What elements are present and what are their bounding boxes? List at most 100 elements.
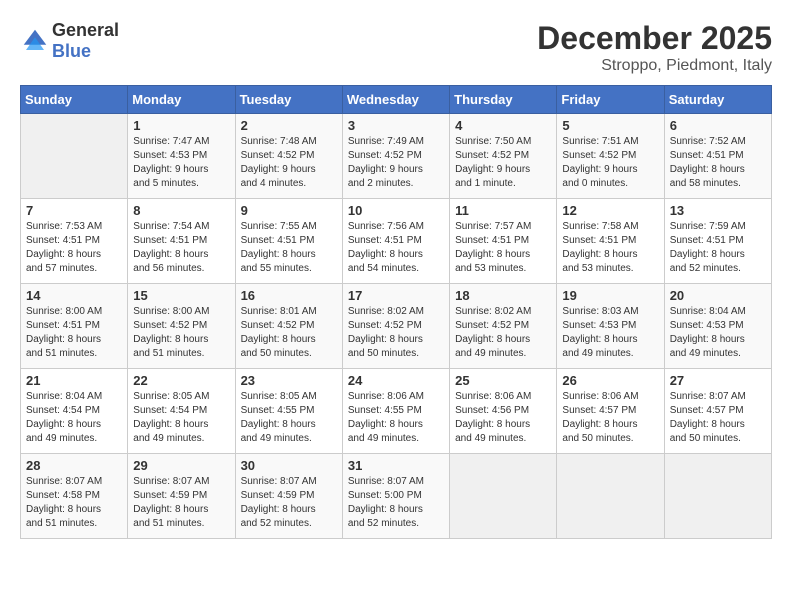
calendar-cell: 30 Sunrise: 8:07 AM Sunset: 4:59 PM Dayli… xyxy=(235,454,342,539)
day-info: Sunrise: 7:50 AM Sunset: 4:52 PM Dayligh… xyxy=(455,135,551,191)
day-header-monday: Monday xyxy=(128,86,235,114)
day-info: Sunrise: 8:05 AM Sunset: 4:55 PM Dayligh… xyxy=(241,390,337,446)
day-number: 11 xyxy=(455,203,551,218)
calendar-cell: 16 Sunrise: 8:01 AM Sunset: 4:52 PM Dayli… xyxy=(235,284,342,369)
day-info: Sunrise: 8:00 AM Sunset: 4:51 PM Dayligh… xyxy=(26,305,122,361)
calendar-cell: 1 Sunrise: 7:47 AM Sunset: 4:53 PM Daylig… xyxy=(128,114,235,199)
location-subtitle: Stroppo, Piedmont, Italy xyxy=(537,57,772,75)
calendar-cell: 20 Sunrise: 8:04 AM Sunset: 4:53 PM Dayli… xyxy=(664,284,771,369)
day-info: Sunrise: 8:07 AM Sunset: 4:57 PM Dayligh… xyxy=(670,390,766,446)
day-number: 14 xyxy=(26,288,122,303)
title-block: December 2025 Stroppo, Piedmont, Italy xyxy=(537,20,772,75)
day-info: Sunrise: 7:58 AM Sunset: 4:51 PM Dayligh… xyxy=(562,220,658,276)
day-info: Sunrise: 8:02 AM Sunset: 4:52 PM Dayligh… xyxy=(455,305,551,361)
day-header-sunday: Sunday xyxy=(21,86,128,114)
day-info: Sunrise: 7:49 AM Sunset: 4:52 PM Dayligh… xyxy=(348,135,444,191)
calendar-cell: 9 Sunrise: 7:55 AM Sunset: 4:51 PM Daylig… xyxy=(235,199,342,284)
day-info: Sunrise: 7:52 AM Sunset: 4:51 PM Dayligh… xyxy=(670,135,766,191)
day-info: Sunrise: 8:05 AM Sunset: 4:54 PM Dayligh… xyxy=(133,390,229,446)
day-number: 25 xyxy=(455,373,551,388)
day-number: 5 xyxy=(562,118,658,133)
day-info: Sunrise: 7:47 AM Sunset: 4:53 PM Dayligh… xyxy=(133,135,229,191)
day-number: 7 xyxy=(26,203,122,218)
day-number: 17 xyxy=(348,288,444,303)
day-number: 21 xyxy=(26,373,122,388)
day-number: 12 xyxy=(562,203,658,218)
day-info: Sunrise: 7:55 AM Sunset: 4:51 PM Dayligh… xyxy=(241,220,337,276)
day-number: 18 xyxy=(455,288,551,303)
day-info: Sunrise: 8:03 AM Sunset: 4:53 PM Dayligh… xyxy=(562,305,658,361)
calendar-cell: 4Sunrise: 7:50 AM Sunset: 4:52 PM Daylig… xyxy=(450,114,557,199)
day-info: Sunrise: 8:06 AM Sunset: 4:57 PM Dayligh… xyxy=(562,390,658,446)
calendar-cell xyxy=(557,454,664,539)
calendar-body: 1 Sunrise: 7:47 AM Sunset: 4:53 PM Daylig… xyxy=(21,114,772,539)
logo-blue: Blue xyxy=(52,41,91,61)
day-number: 20 xyxy=(670,288,766,303)
calendar-week-3: 14 Sunrise: 8:00 AM Sunset: 4:51 PM Dayli… xyxy=(21,284,772,369)
calendar-cell: 7 Sunrise: 7:53 AM Sunset: 4:51 PM Daylig… xyxy=(21,199,128,284)
calendar-cell: 5 Sunrise: 7:51 AM Sunset: 4:52 PM Daylig… xyxy=(557,114,664,199)
day-number: 8 xyxy=(133,203,229,218)
day-number: 10 xyxy=(348,203,444,218)
day-header-friday: Friday xyxy=(557,86,664,114)
calendar-cell: 15Sunrise: 8:00 AM Sunset: 4:52 PM Dayli… xyxy=(128,284,235,369)
calendar-cell xyxy=(450,454,557,539)
day-info: Sunrise: 7:51 AM Sunset: 4:52 PM Dayligh… xyxy=(562,135,658,191)
day-info: Sunrise: 8:07 AM Sunset: 4:59 PM Dayligh… xyxy=(133,475,229,531)
calendar-cell: 25Sunrise: 8:06 AM Sunset: 4:56 PM Dayli… xyxy=(450,369,557,454)
calendar-week-1: 1 Sunrise: 7:47 AM Sunset: 4:53 PM Daylig… xyxy=(21,114,772,199)
calendar-cell: 17 Sunrise: 8:02 AM Sunset: 4:52 PM Dayli… xyxy=(342,284,449,369)
day-header-tuesday: Tuesday xyxy=(235,86,342,114)
calendar-header-row: SundayMondayTuesdayWednesdayThursdayFrid… xyxy=(21,86,772,114)
calendar-cell: 6 Sunrise: 7:52 AM Sunset: 4:51 PM Daylig… xyxy=(664,114,771,199)
day-number: 27 xyxy=(670,373,766,388)
day-number: 13 xyxy=(670,203,766,218)
calendar-table: SundayMondayTuesdayWednesdayThursdayFrid… xyxy=(20,85,772,539)
month-title: December 2025 xyxy=(537,20,772,57)
calendar-week-4: 21 Sunrise: 8:04 AM Sunset: 4:54 PM Dayli… xyxy=(21,369,772,454)
day-number: 6 xyxy=(670,118,766,133)
calendar-cell: 18 Sunrise: 8:02 AM Sunset: 4:52 PM Dayli… xyxy=(450,284,557,369)
calendar-cell: 22 Sunrise: 8:05 AM Sunset: 4:54 PM Dayli… xyxy=(128,369,235,454)
day-info: Sunrise: 8:07 AM Sunset: 5:00 PM Dayligh… xyxy=(348,475,444,531)
day-info: Sunrise: 8:06 AM Sunset: 4:55 PM Dayligh… xyxy=(348,390,444,446)
day-info: Sunrise: 8:04 AM Sunset: 4:53 PM Dayligh… xyxy=(670,305,766,361)
day-number: 28 xyxy=(26,458,122,473)
day-info: Sunrise: 7:54 AM Sunset: 4:51 PM Dayligh… xyxy=(133,220,229,276)
calendar-cell: 26 Sunrise: 8:06 AM Sunset: 4:57 PM Dayli… xyxy=(557,369,664,454)
day-info: Sunrise: 8:01 AM Sunset: 4:52 PM Dayligh… xyxy=(241,305,337,361)
calendar-cell: 23 Sunrise: 8:05 AM Sunset: 4:55 PM Dayli… xyxy=(235,369,342,454)
calendar-cell: 13 Sunrise: 7:59 AM Sunset: 4:51 PM Dayli… xyxy=(664,199,771,284)
logo: General Blue xyxy=(20,20,119,62)
calendar-cell: 19Sunrise: 8:03 AM Sunset: 4:53 PM Dayli… xyxy=(557,284,664,369)
calendar-cell: 2Sunrise: 7:48 AM Sunset: 4:52 PM Daylig… xyxy=(235,114,342,199)
day-number: 1 xyxy=(133,118,229,133)
day-info: Sunrise: 7:53 AM Sunset: 4:51 PM Dayligh… xyxy=(26,220,122,276)
page-header: General Blue December 2025 Stroppo, Pied… xyxy=(20,20,772,75)
day-number: 24 xyxy=(348,373,444,388)
calendar-week-5: 28Sunrise: 8:07 AM Sunset: 4:58 PM Dayli… xyxy=(21,454,772,539)
day-info: Sunrise: 7:57 AM Sunset: 4:51 PM Dayligh… xyxy=(455,220,551,276)
day-number: 9 xyxy=(241,203,337,218)
calendar-cell: 27 Sunrise: 8:07 AM Sunset: 4:57 PM Dayli… xyxy=(664,369,771,454)
day-number: 30 xyxy=(241,458,337,473)
calendar-cell: 3Sunrise: 7:49 AM Sunset: 4:52 PM Daylig… xyxy=(342,114,449,199)
day-info: Sunrise: 8:07 AM Sunset: 4:59 PM Dayligh… xyxy=(241,475,337,531)
calendar-cell: 21 Sunrise: 8:04 AM Sunset: 4:54 PM Dayli… xyxy=(21,369,128,454)
day-number: 22 xyxy=(133,373,229,388)
day-number: 23 xyxy=(241,373,337,388)
logo-icon xyxy=(20,26,50,56)
day-number: 2 xyxy=(241,118,337,133)
calendar-cell: 28Sunrise: 8:07 AM Sunset: 4:58 PM Dayli… xyxy=(21,454,128,539)
calendar-cell: 24 Sunrise: 8:06 AM Sunset: 4:55 PM Dayli… xyxy=(342,369,449,454)
day-number: 15 xyxy=(133,288,229,303)
calendar-cell: 10Sunrise: 7:56 AM Sunset: 4:51 PM Dayli… xyxy=(342,199,449,284)
day-info: Sunrise: 8:04 AM Sunset: 4:54 PM Dayligh… xyxy=(26,390,122,446)
calendar-cell xyxy=(21,114,128,199)
calendar-cell: 12 Sunrise: 7:58 AM Sunset: 4:51 PM Dayli… xyxy=(557,199,664,284)
day-info: Sunrise: 7:59 AM Sunset: 4:51 PM Dayligh… xyxy=(670,220,766,276)
day-number: 16 xyxy=(241,288,337,303)
calendar-cell: 31Sunrise: 8:07 AM Sunset: 5:00 PM Dayli… xyxy=(342,454,449,539)
day-info: Sunrise: 8:02 AM Sunset: 4:52 PM Dayligh… xyxy=(348,305,444,361)
day-number: 26 xyxy=(562,373,658,388)
